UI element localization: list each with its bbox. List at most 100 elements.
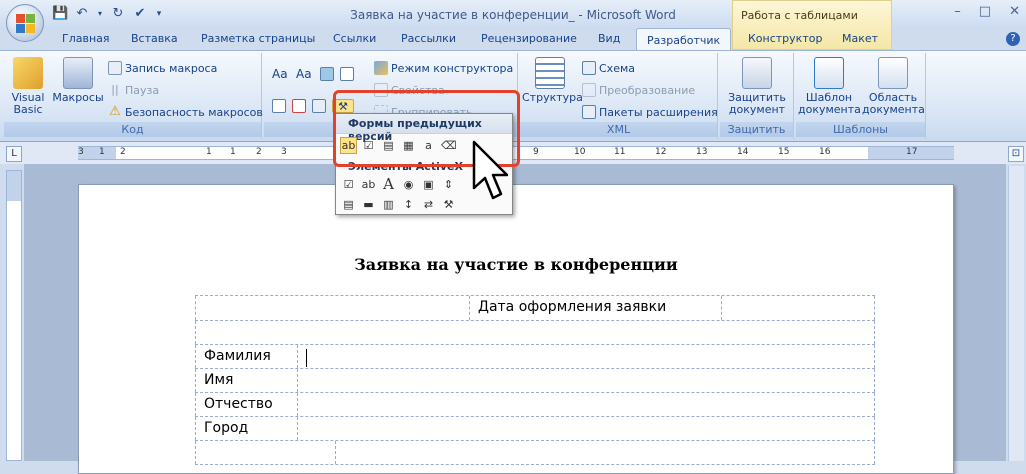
field-input-surname[interactable] (297, 345, 875, 368)
minimize-button[interactable]: – (954, 4, 961, 19)
structure-button[interactable]: Структура (522, 57, 583, 104)
visual-basic-label: Visual Basic (11, 91, 45, 116)
activex-toggle-button-icon[interactable]: ⇄ (420, 196, 437, 213)
tab-review[interactable]: Рецензирование (481, 32, 577, 45)
vertical-ruler-margin (7, 171, 21, 201)
vertical-scrollbar[interactable] (1008, 166, 1024, 461)
activex-list-box-icon[interactable]: ▤ (340, 196, 357, 213)
transform-button[interactable]: Преобразование (582, 83, 695, 97)
plain-text-control-icon[interactable]: Aa (296, 67, 314, 81)
document-panel-button[interactable]: Область документа (862, 57, 925, 116)
record-macro-button[interactable]: Запись макроса (108, 61, 217, 75)
ruler-number: 1 (99, 147, 105, 157)
tab-developer[interactable]: Разработчик (636, 28, 732, 50)
tab-home[interactable]: Главная (62, 32, 110, 45)
table-cell[interactable] (195, 296, 469, 320)
document-template-button[interactable]: Шаблон документа (798, 57, 861, 116)
close-button[interactable]: ✕ (1009, 4, 1020, 19)
table-row[interactable]: Имя (195, 369, 875, 393)
tab-selector[interactable]: L (6, 146, 22, 162)
structure-label: Структура (522, 91, 583, 104)
date-picker-control-icon[interactable] (292, 99, 306, 113)
activex-label-icon[interactable]: A (380, 176, 397, 193)
design-mode-icon (374, 61, 388, 75)
macro-security-button[interactable]: ⚠ Безопасность макросов (108, 105, 263, 119)
group-code-label: Код (4, 122, 261, 137)
activex-command-button-icon[interactable]: ▬ (360, 196, 377, 213)
pause-icon: || (111, 83, 119, 96)
field-label-cell[interactable]: Имя (195, 369, 297, 392)
window-controls: – □ ✕ (954, 4, 1020, 19)
expansion-packs-icon (582, 105, 596, 119)
mouse-pointer-icon (472, 140, 508, 200)
ruler-number: 1 (230, 147, 236, 157)
activex-scroll-bar-icon[interactable]: ↕ (400, 196, 417, 213)
tab-references[interactable]: Ссылки (333, 32, 376, 45)
ribbon-tabs: Главная Вставка Разметка страницы Ссылки… (0, 28, 1026, 50)
tab-page-layout[interactable]: Разметка страницы (201, 32, 315, 45)
dropdown-list-control-icon[interactable] (272, 99, 286, 113)
design-mode-button[interactable]: Режим конструктора (374, 61, 513, 75)
view-ruler-icon[interactable]: ⊡ (1008, 146, 1024, 162)
activex-text-box-icon[interactable]: ab (360, 176, 377, 193)
ruler-number: 11 (614, 147, 626, 157)
field-label-cell[interactable]: Отчество (195, 393, 297, 416)
tab-table-layout[interactable]: Макет (842, 32, 878, 45)
table-row[interactable]: Дата оформления заявки (195, 295, 875, 321)
field-label-name: Имя (204, 372, 234, 388)
tab-table-design[interactable]: Конструктор (748, 32, 822, 45)
activex-image-icon[interactable]: ▣ (420, 176, 437, 193)
table-row[interactable]: Город (195, 417, 875, 441)
more-controls-icon[interactable]: ⚒ (440, 196, 457, 213)
rich-text-control-icon[interactable]: Aa (272, 67, 290, 81)
field-label-cell[interactable]: Фамилия (195, 345, 297, 368)
pause-label: Пауза (125, 83, 160, 97)
tab-view[interactable]: Вид (598, 32, 620, 45)
table-cell[interactable] (721, 296, 875, 320)
maximize-button[interactable]: □ (979, 4, 991, 19)
picture-control-icon[interactable] (320, 67, 334, 81)
table-row[interactable]: Отчество (195, 393, 875, 417)
tab-insert[interactable]: Вставка (131, 32, 178, 45)
ruler-number: 3 (78, 147, 84, 157)
help-icon[interactable]: ? (1006, 32, 1020, 46)
combo-box-control-icon[interactable] (340, 67, 354, 81)
document-page[interactable]: Заявка на участие в конференции Дата офо… (78, 184, 954, 474)
field-label-patronymic: Отчество (204, 396, 273, 412)
activex-spin-button-icon[interactable]: ⇕ (440, 176, 457, 193)
ruler-number: 14 (737, 147, 749, 157)
schema-label: Схема (599, 61, 635, 75)
vertical-ruler[interactable] (6, 170, 22, 461)
document-panel-icon (878, 57, 908, 89)
ruler-number: 3 (281, 147, 287, 157)
table-cell[interactable] (195, 321, 875, 344)
ruler-number: 1 (206, 147, 212, 157)
pause-button[interactable]: || Пауза (108, 83, 159, 97)
visual-basic-button[interactable]: Visual Basic (8, 57, 48, 116)
date-label: Дата оформления заявки (478, 299, 667, 315)
office-button[interactable] (6, 4, 44, 42)
table-row[interactable] (195, 321, 875, 345)
document-area: Заявка на участие в конференции Дата офо… (24, 164, 1006, 474)
table-row[interactable]: Фамилия (195, 345, 875, 369)
field-input-name[interactable] (297, 369, 875, 392)
tab-mailings[interactable]: Рассылки (401, 32, 456, 45)
macros-button[interactable]: Макросы (52, 57, 104, 104)
field-input-city[interactable] (297, 417, 875, 440)
field-input-patronymic[interactable] (297, 393, 875, 416)
activex-check-box-icon[interactable]: ☑ (340, 176, 357, 193)
field-label-cell[interactable]: Город (195, 417, 297, 440)
transform-label: Преобразование (599, 83, 696, 97)
protect-document-label: Защитить документ (728, 91, 786, 116)
protect-document-button[interactable]: Защитить документ (722, 57, 792, 116)
activex-option-button-icon[interactable]: ◉ (400, 176, 417, 193)
table-row[interactable] (195, 441, 875, 465)
date-label-cell[interactable]: Дата оформления заявки (469, 296, 721, 320)
group-templates-label: Шаблоны (796, 122, 925, 137)
macros-label: Макросы (52, 91, 104, 104)
schema-button[interactable]: Схема (582, 61, 635, 75)
expansion-packs-button[interactable]: Пакеты расширения (582, 105, 718, 119)
building-block-control-icon[interactable] (312, 99, 326, 113)
activex-combo-box-icon[interactable]: ▥ (380, 196, 397, 213)
ruler-number: 17 (906, 147, 918, 157)
